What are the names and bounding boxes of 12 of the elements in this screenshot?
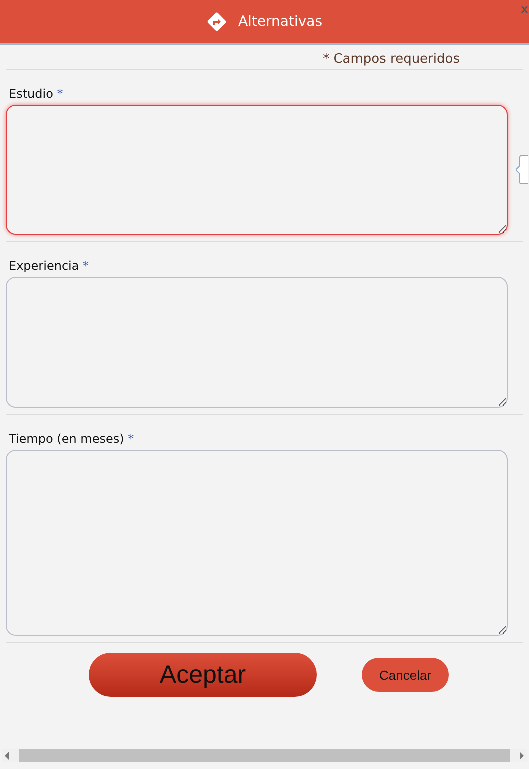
- required-note: * Campos requeridos: [323, 52, 460, 67]
- dialog-title: Alternativas: [238, 14, 323, 30]
- text-area[interactable]: [6, 105, 508, 235]
- close-button[interactable]: x: [521, 2, 528, 16]
- accept-button[interactable]: Aceptar: [89, 653, 317, 697]
- field-label: Tiempo (en meses) *: [9, 432, 134, 446]
- text-area[interactable]: [6, 450, 508, 636]
- text-area[interactable]: [6, 277, 508, 408]
- horizontal-scrollbar[interactable]: [2, 749, 527, 762]
- cancel-button[interactable]: Cancelar: [362, 658, 449, 692]
- field-label: Estudio *: [9, 87, 64, 101]
- field-label: Experiencia *: [9, 259, 90, 273]
